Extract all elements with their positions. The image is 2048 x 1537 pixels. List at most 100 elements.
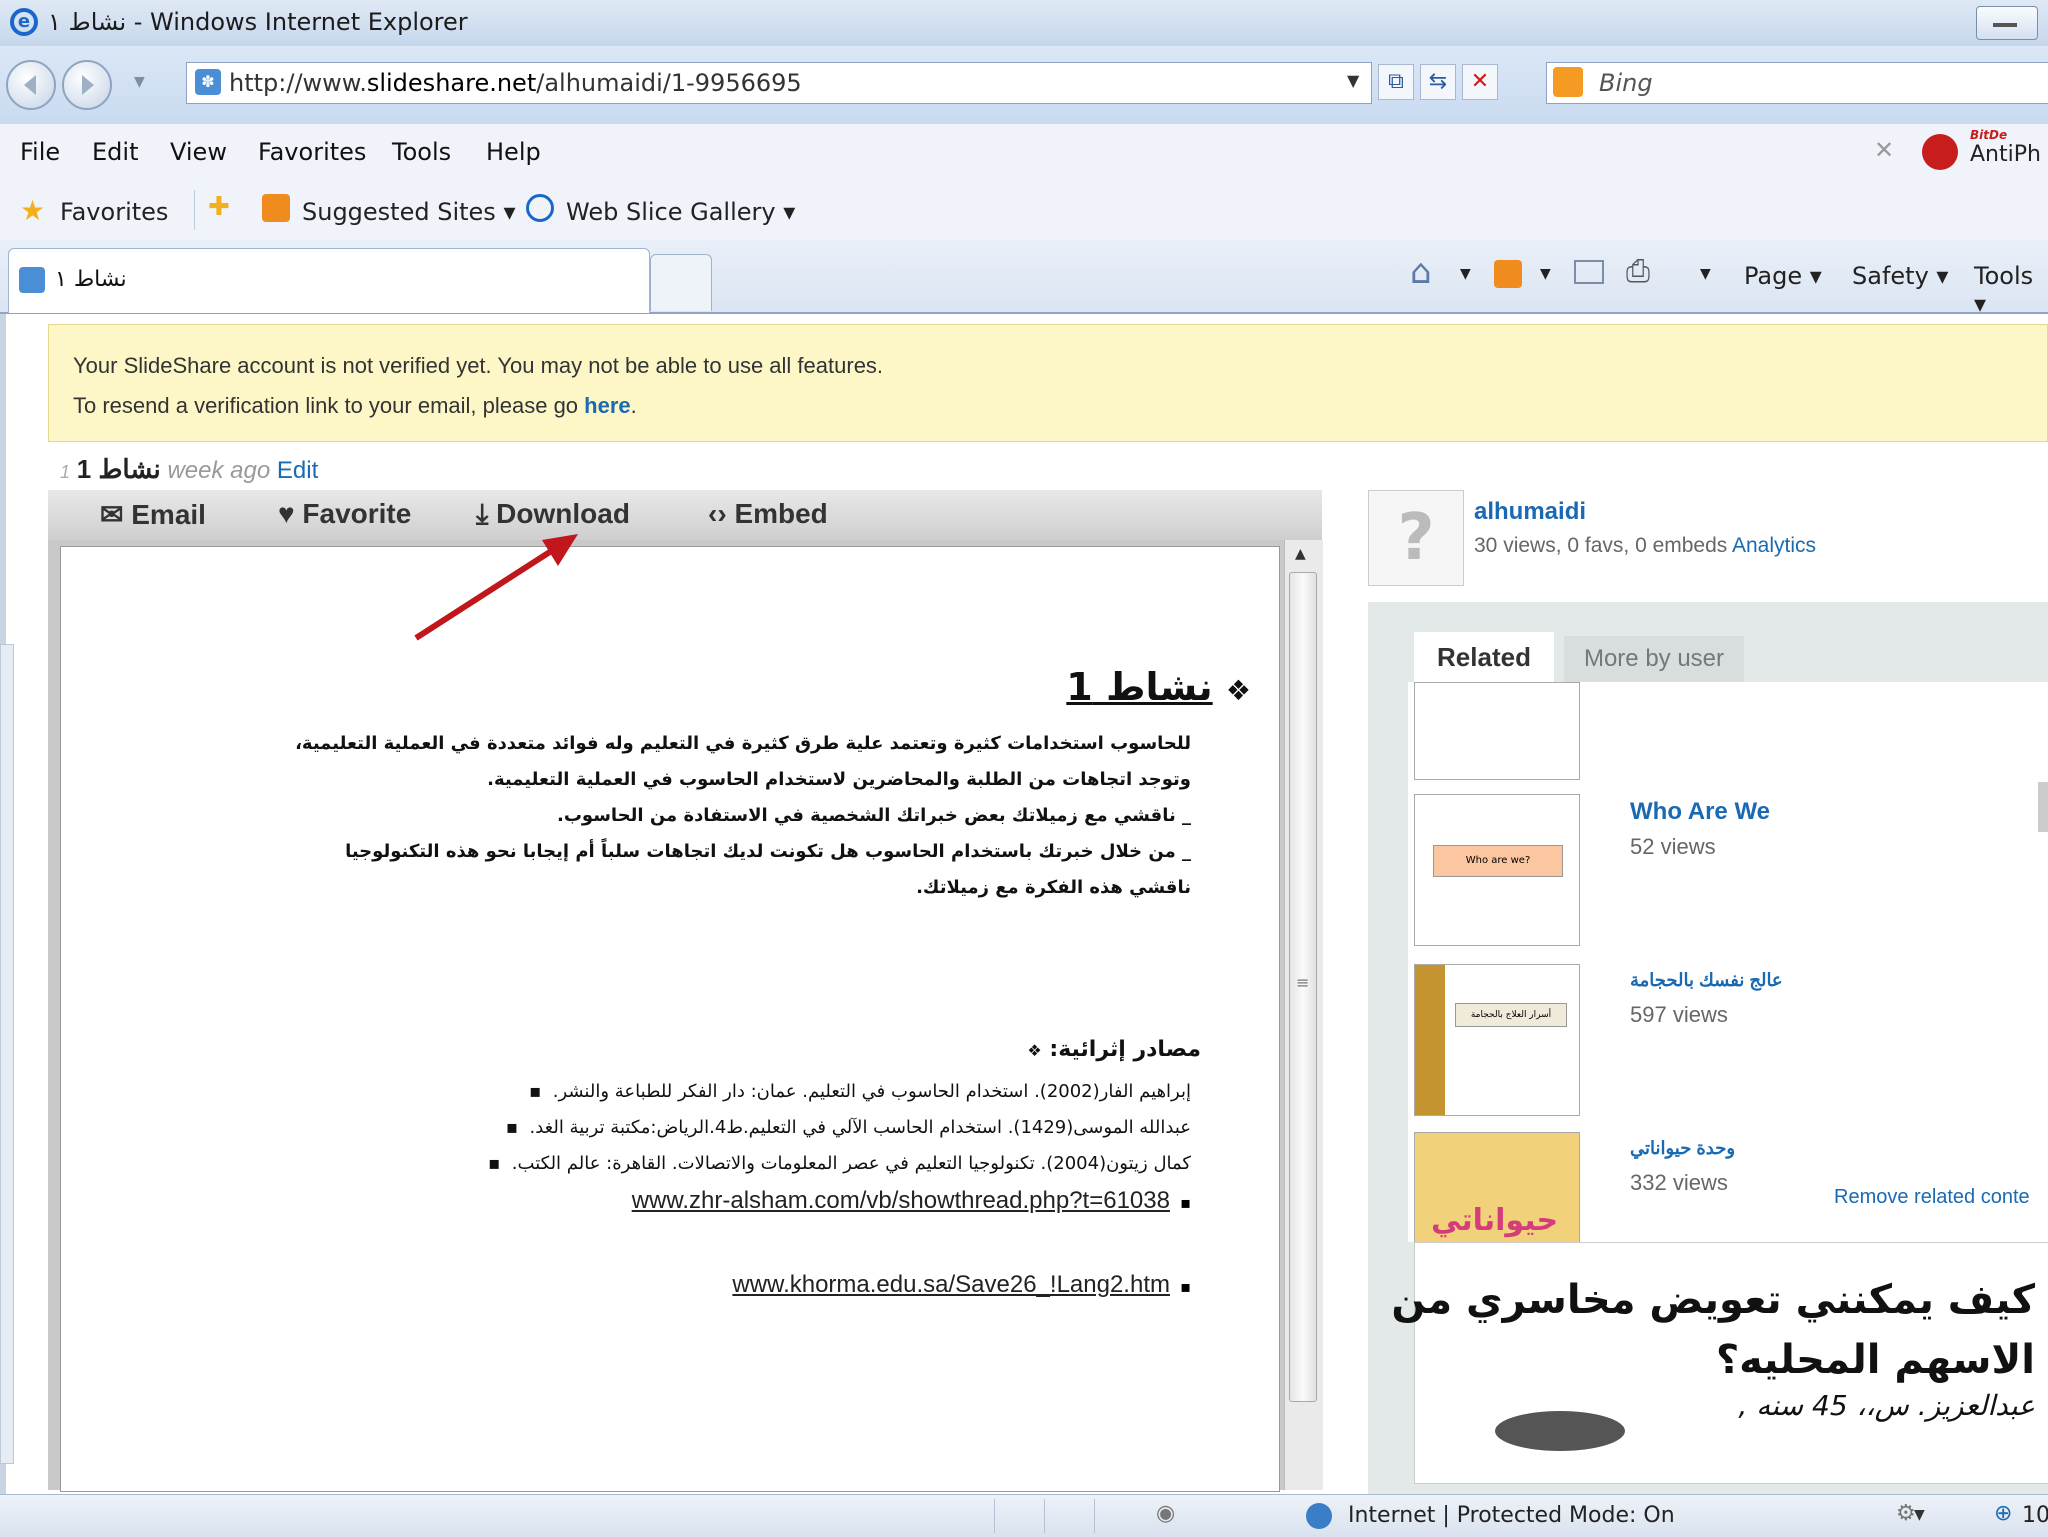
owner-name[interactable]: alhumaidi bbox=[1474, 498, 1586, 526]
related-title-3[interactable]: وحدة حيواناتي bbox=[1630, 1138, 1735, 1159]
address-url[interactable]: http://www.slideshare.net/alhumaidi/1-99… bbox=[229, 69, 802, 97]
tab-related[interactable]: Related bbox=[1414, 632, 1554, 682]
ad-line-2: الاسهم المحليه؟ bbox=[1715, 1337, 2035, 1383]
owner-avatar[interactable]: ? bbox=[1368, 490, 1464, 586]
compatibility-view-button[interactable]: ⧉ bbox=[1378, 64, 1414, 100]
analytics-link[interactable]: Analytics bbox=[1732, 534, 1816, 557]
refs-title: مصادر إثرائية: ❖ bbox=[1027, 1037, 1201, 1062]
slide-scrollbar[interactable]: ▲ ≡ bbox=[1284, 540, 1323, 1490]
owner-stats: 30 views, 0 favs, 0 embeds Analytics bbox=[1474, 534, 1817, 557]
menu-file[interactable]: File bbox=[20, 138, 60, 166]
tools-menu[interactable]: Tools ▾ bbox=[1974, 262, 2048, 318]
ref-link-1[interactable]: www.zhr-alsham.com/vb/showthread.php?t=6… bbox=[632, 1187, 1170, 1214]
tab-title: نشاط ١ bbox=[55, 267, 127, 292]
slide-header-age: week ago bbox=[167, 457, 271, 484]
slide-paragraph-1: للحاسوب استخدامات كثيرة وتعتمد علية طرق … bbox=[295, 733, 1191, 754]
verification-notice: Your SlideShare account is not verified … bbox=[48, 324, 2048, 442]
web-slice-gallery-link[interactable]: Web Slice Gallery ▾ bbox=[566, 198, 795, 226]
menu-bar: File Edit View Favorites Tools Help ✕ Bi… bbox=[0, 124, 2048, 181]
advertisement[interactable]: كيف يمكنني تعويض مخاسري من الاسهم المحلي… bbox=[1391, 1242, 2048, 1484]
divider bbox=[194, 190, 195, 230]
related-thumb-2[interactable]: أسرار العلاج بالحجامة bbox=[1414, 964, 1580, 1116]
minimize-button[interactable] bbox=[1976, 6, 2038, 40]
ref-link-2[interactable]: www.khorma.edu.sa/Save26_!Lang2.htm bbox=[732, 1271, 1170, 1298]
embed-button[interactable]: ‹› Embed bbox=[708, 498, 828, 530]
safety-menu[interactable]: Safety ▾ bbox=[1852, 262, 1948, 290]
feeds-icon[interactable] bbox=[1494, 260, 1522, 288]
history-dropdown-icon[interactable]: ▼ bbox=[134, 74, 145, 90]
ad-line-1: كيف يمكنني تعويض مخاسري من bbox=[1391, 1277, 2035, 1323]
ad-line-3: عبدالعزيز. س،، 45 سنه , bbox=[1738, 1389, 2035, 1422]
tab-more-by-user[interactable]: More by user bbox=[1564, 636, 1744, 682]
related-thumb-3[interactable]: حيواناتي bbox=[1414, 1132, 1580, 1252]
print-icon[interactable]: ⎙ bbox=[1626, 254, 1650, 289]
zoom-icon[interactable]: ⊕ bbox=[1994, 1501, 2012, 1526]
scrollbar-thumb[interactable]: ≡ bbox=[1289, 572, 1317, 1402]
status-bar: ◉ Internet | Protected Mode: On ⚙ ▼ ⊕ 10 bbox=[0, 1494, 2048, 1537]
mail-icon[interactable] bbox=[1574, 260, 1604, 284]
remove-related-link[interactable]: Remove related conte bbox=[1834, 1186, 2030, 1209]
address-dropdown-icon[interactable]: ▼ bbox=[1347, 71, 1359, 90]
add-favorites-icon[interactable]: ✚ bbox=[208, 192, 230, 222]
back-button[interactable] bbox=[6, 60, 56, 110]
favorite-button[interactable]: ♥ Favorite bbox=[278, 498, 411, 530]
stop-button[interactable]: ✕ bbox=[1462, 64, 1498, 100]
thumb-side-bar bbox=[1415, 965, 1445, 1115]
favorites-star-icon: ★ bbox=[20, 194, 46, 227]
ref-item-1: إبراهيم الفار(2002). استخدام الحاسوب في … bbox=[529, 1081, 1191, 1102]
menu-view[interactable]: View bbox=[170, 138, 227, 166]
refresh-button[interactable]: ⇆ bbox=[1420, 64, 1456, 100]
security-zone[interactable]: Internet | Protected Mode: On bbox=[1348, 1503, 1675, 1528]
related-views-1: 52 views bbox=[1630, 834, 1716, 859]
ref-item-3: كمال زيتون(2004). تكنولوجيا التعليم في ع… bbox=[488, 1153, 1191, 1174]
forward-button[interactable] bbox=[62, 60, 112, 110]
search-box[interactable]: Bing bbox=[1546, 62, 2048, 104]
address-bar[interactable]: ✽ http://www.slideshare.net/alhumaidi/1-… bbox=[186, 62, 1372, 104]
home-dropdown-icon[interactable]: ▼ bbox=[1460, 266, 1471, 282]
slide-item-3: ناقشي هذه الفكرة مع زميلاتك. bbox=[916, 877, 1191, 898]
ad-photo-shape bbox=[1495, 1411, 1625, 1451]
zoom-level[interactable]: 10 bbox=[2022, 1503, 2048, 1528]
email-button[interactable]: ✉ Email bbox=[100, 498, 206, 531]
related-title-2[interactable]: عالج نفسك بالحجامة bbox=[1630, 970, 1783, 991]
related-title-1[interactable]: Who Are We bbox=[1630, 798, 1770, 826]
slide-viewer: ❖ نشاط 1 للحاسوب استخدامات كثيرة وتعتمد … bbox=[48, 540, 1323, 1492]
print-dropdown-icon[interactable]: ▼ bbox=[1700, 266, 1711, 282]
related-thumb-0[interactable] bbox=[1414, 682, 1580, 780]
favorites-button[interactable]: Favorites bbox=[60, 198, 168, 226]
menu-tools[interactable]: Tools bbox=[392, 138, 451, 166]
related-thumb-1[interactable]: Who are we? bbox=[1414, 794, 1580, 946]
related-scroll-thumb[interactable] bbox=[2038, 782, 2048, 832]
home-icon[interactable]: ⌂ bbox=[1410, 252, 1432, 292]
new-tab-button[interactable] bbox=[650, 254, 712, 311]
edit-link[interactable]: Edit bbox=[277, 457, 318, 484]
ref-item-2: عبدالله الموسى(1429). استخدام الحاسب الآ… bbox=[505, 1117, 1191, 1138]
thumb-animals-text: حيواناتي bbox=[1431, 1203, 1559, 1238]
forward-arrow-icon bbox=[82, 75, 94, 95]
menu-favorites[interactable]: Favorites bbox=[258, 138, 366, 166]
zone-settings-icon[interactable]: ⚙ bbox=[1896, 1501, 1916, 1526]
close-toolbar-icon[interactable]: ✕ bbox=[1874, 136, 1894, 164]
slideshare-favicon-icon: ✽ bbox=[195, 69, 221, 95]
slide-header: 1 نشاط 1 week ago Edit bbox=[60, 454, 319, 484]
web-slice-icon bbox=[526, 194, 554, 222]
ref-link-1-row: www.zhr-alsham.com/vb/showthread.php?t=6… bbox=[631, 1187, 1191, 1214]
slide-page: ❖ نشاط 1 للحاسوب استخدامات كثيرة وتعتمد … bbox=[60, 546, 1280, 1492]
menu-help[interactable]: Help bbox=[486, 138, 541, 166]
feeds-dropdown-icon[interactable]: ▼ bbox=[1540, 266, 1551, 282]
diamond-bullet-icon: ❖ bbox=[1225, 674, 1251, 707]
notice-here-link[interactable]: here bbox=[584, 393, 630, 418]
suggested-sites-link[interactable]: Suggested Sites ▾ bbox=[302, 198, 516, 226]
antiphishing-label[interactable]: AntiPh bbox=[1970, 142, 2041, 167]
related-views-3: 332 views bbox=[1630, 1170, 1728, 1195]
menu-edit[interactable]: Edit bbox=[92, 138, 138, 166]
related-list: Who are we? Who Are We 52 views أسرار ال… bbox=[1408, 682, 2048, 1252]
page-menu[interactable]: Page ▾ bbox=[1744, 262, 1822, 290]
tab-active[interactable]: نشاط ١ bbox=[8, 248, 650, 313]
scroll-up-icon[interactable]: ▲ bbox=[1295, 546, 1306, 562]
notice-line-1: Your SlideShare account is not verified … bbox=[73, 353, 884, 378]
zone-dropdown-icon[interactable]: ▼ bbox=[1914, 1507, 1925, 1523]
privacy-eye-icon[interactable]: ◉ bbox=[1156, 1501, 1175, 1526]
search-placeholder: Bing bbox=[1599, 69, 1653, 97]
title-bar: e نشاط ١ - Windows Internet Explorer bbox=[0, 0, 2048, 47]
